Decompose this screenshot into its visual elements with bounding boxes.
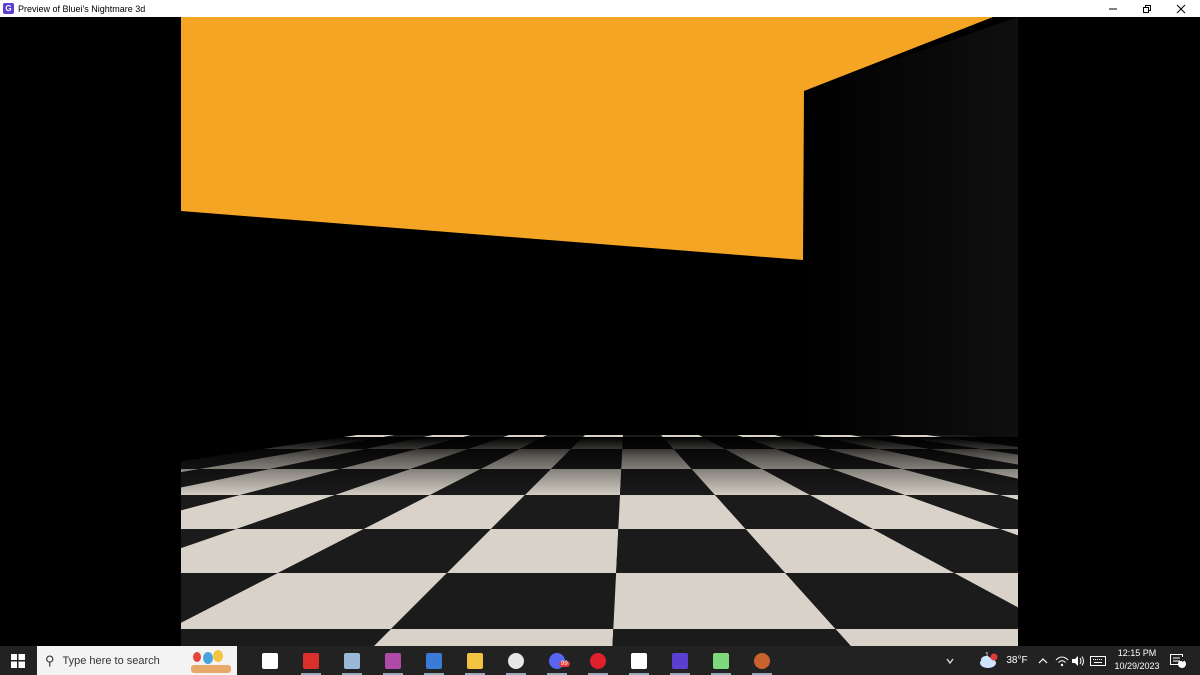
taskbar-app-tf2[interactable] <box>746 646 778 675</box>
taskbar-app-obs[interactable] <box>500 646 532 675</box>
gdevelop-icon: G <box>3 3 14 14</box>
taskbar-app-green-bolt[interactable] <box>705 646 737 675</box>
scene-canvas <box>181 17 1018 646</box>
notifications-button[interactable]: 4 <box>1166 646 1190 675</box>
wifi-icon <box>1055 656 1069 666</box>
search-icon: ⚲ <box>45 652 55 668</box>
clock[interactable]: 12:15 PM 10/29/2023 <box>1108 647 1166 673</box>
gdevelop-icon <box>672 652 688 669</box>
tf2-icon <box>754 652 770 669</box>
show-hidden-icons-button[interactable] <box>1036 646 1050 675</box>
tray-overflow-button[interactable] <box>942 646 958 675</box>
taskbar-app-file-explorer[interactable] <box>459 646 491 675</box>
windows-logo-icon <box>11 653 25 668</box>
taskbar-app-winrar[interactable] <box>377 646 409 675</box>
search-placeholder: Type here to search <box>62 654 160 667</box>
taskbar-app-red-app[interactable] <box>295 646 327 675</box>
opera-icon <box>590 652 606 669</box>
search-box[interactable]: ⚲ Type here to search <box>37 646 237 675</box>
clock-time: 12:15 PM <box>1117 648 1157 658</box>
taskbar-app-mail-app[interactable] <box>336 646 368 675</box>
search-highlight-icon <box>191 650 231 673</box>
task-view-icon <box>262 652 278 669</box>
speaker-icon <box>1072 655 1084 666</box>
minimize-button[interactable] <box>1096 0 1130 17</box>
winrar-icon <box>385 652 401 669</box>
start-button[interactable] <box>0 646 36 675</box>
taskbar-app-calculator[interactable] <box>418 646 450 675</box>
floor-fog <box>181 437 1018 497</box>
keyboard-button[interactable] <box>1088 646 1108 675</box>
weather-temperature: 38°F <box>1006 655 1028 666</box>
weather-widget[interactable]: 1 38°F <box>970 646 1036 675</box>
window-title: Preview of Bluei's Nightmare 3d <box>18 3 146 14</box>
floor-tile <box>835 629 1018 646</box>
restore-button[interactable] <box>1130 0 1164 17</box>
keyboard-icon <box>1090 655 1106 666</box>
volume-button[interactable] <box>1070 646 1086 675</box>
calculator-icon <box>426 652 442 669</box>
close-button[interactable] <box>1164 0 1198 17</box>
game-viewport[interactable] <box>0 17 1200 646</box>
mail-app-icon <box>344 652 360 669</box>
notification-count: 4 <box>1180 657 1184 664</box>
obs-icon <box>508 652 524 669</box>
green-bolt-icon <box>713 652 729 669</box>
red-app-icon <box>303 652 319 669</box>
minimize-icon <box>1109 8 1117 9</box>
taskbar-app-settings[interactable] <box>623 646 655 675</box>
settings-icon <box>631 652 647 669</box>
game-scene[interactable] <box>181 17 1018 646</box>
taskbar-app-gdevelop[interactable] <box>664 646 696 675</box>
weather-alert-badge: 1 <box>985 652 989 659</box>
restore-icon <box>1143 4 1151 13</box>
taskbar: ⚲ Type here to search 99 1 38°F 12:15 PM… <box>0 646 1200 675</box>
close-icon <box>1176 4 1186 13</box>
clock-date: 10/29/2023 <box>1114 661 1160 671</box>
file-explorer-icon <box>467 652 483 669</box>
network-button[interactable] <box>1054 646 1070 675</box>
chevron-down-icon <box>946 658 954 664</box>
chevron-up-icon <box>1038 657 1048 663</box>
taskbar-app-opera[interactable] <box>582 646 614 675</box>
taskbar-app-task-view[interactable] <box>254 646 286 675</box>
taskbar-app-discord[interactable]: 99 <box>541 646 573 675</box>
window-title-bar: G Preview of Bluei's Nightmare 3d <box>0 0 1200 17</box>
right-wall <box>804 17 1018 447</box>
floor-tile <box>181 629 391 646</box>
discord-badge: 99 <box>559 661 570 667</box>
